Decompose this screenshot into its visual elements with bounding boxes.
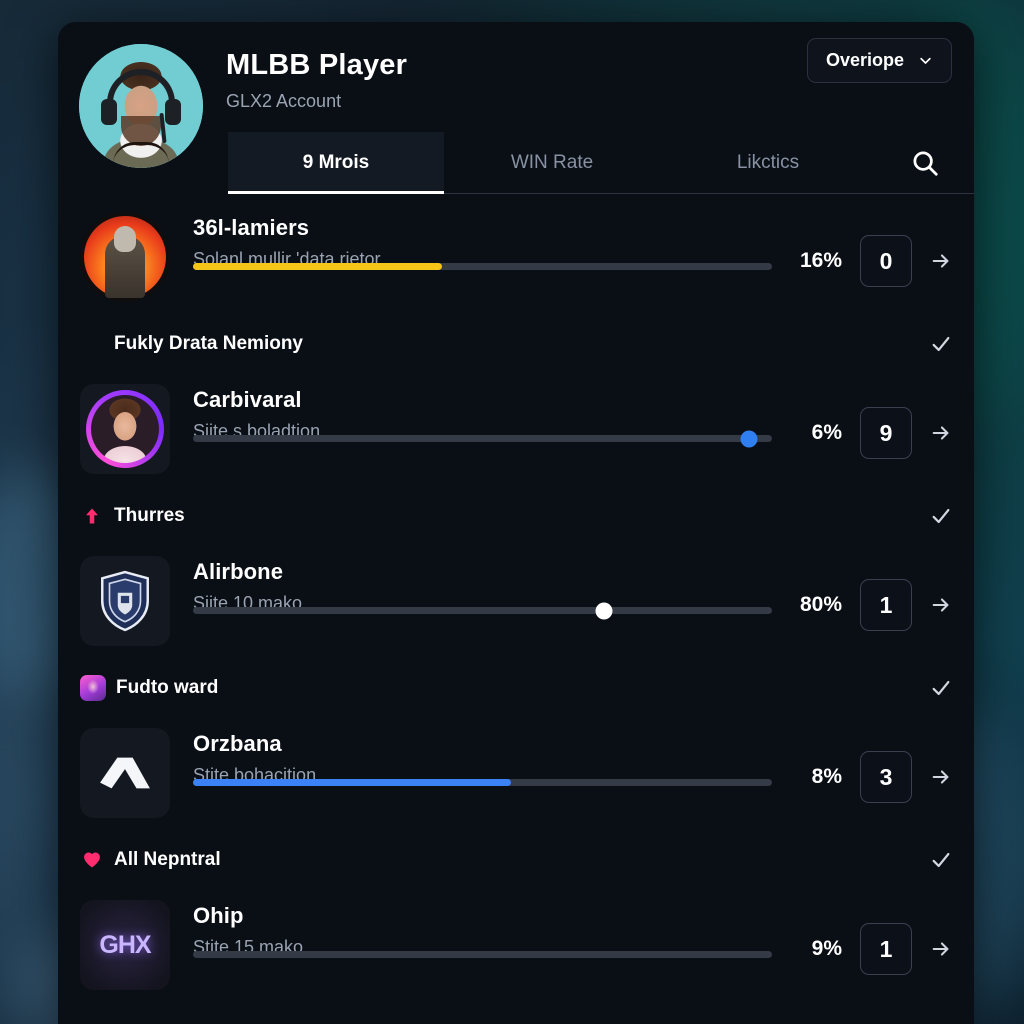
list-item-title: Carbivaral [193,387,302,412]
status-badge[interactable]: 1 [860,579,912,631]
list-item-main: Ohip Stite 15 mako [193,900,772,958]
list-item-meta: 8% 3 [790,751,952,811]
list-item-main: 36l-lamiers Solanl mullir 'data rietor [193,212,772,270]
arrow-up-icon [86,508,98,524]
list-item-main: Alirbone Siite 10 mako [193,556,772,619]
app-card: MLBB Player GLX2 Account Overiope 9 Mroi… [58,22,974,1024]
arrow-right-icon[interactable] [930,594,952,616]
page-subtitle: GLX2 Account [226,90,342,111]
list-item-meta: 80% 1 [790,579,952,639]
portrait-ring [86,390,164,468]
arrow-right-icon[interactable] [930,250,952,272]
list-item-meta: 16% 0 [790,235,952,295]
chevron-down-icon [920,57,931,64]
section-header-fukly-drata-nemiony[interactable]: Fukly Drata Nemiony [58,318,974,370]
section-label: Fudto ward [116,677,219,698]
check-icon[interactable] [930,505,952,527]
section-header-fudto-ward[interactable]: Fudto ward [58,662,974,714]
search-button[interactable] [876,132,974,193]
list-item[interactable]: Alirbone Siite 10 mako 80% 1 [58,542,974,662]
list-item-title: Ohip [193,903,244,928]
search-icon [913,151,938,176]
heart-icon [84,852,100,868]
section-icon-wrap [80,848,104,872]
section-label: Thurres [114,505,185,526]
scope-dropdown[interactable]: Overiope [806,38,952,83]
app-header: MLBB Player GLX2 Account Overiope 9 Mroi… [58,22,974,194]
arch-glyph-icon [80,728,170,818]
slider-knob[interactable] [595,602,613,619]
avatar[interactable] [79,44,203,168]
sunset-figure-avatar [80,212,170,302]
progress-fill [193,263,442,270]
section-header-thurres[interactable]: Thurres [58,490,974,542]
tab-label: WIN Rate [510,151,594,173]
shield-wrap [80,556,170,646]
tab-label: 9 Mrois [302,151,370,173]
page-title: MLBB Player [226,49,408,81]
tab-9-mrois[interactable]: 9 Mrois [228,132,444,194]
section-header-all-nepntral[interactable]: All Nepntral [58,834,974,886]
portrait-face [91,395,159,463]
tab-bar: 9 Mrois WIN Rate Likctics [228,132,974,194]
purple-ring-portrait [80,384,170,474]
slider-knob[interactable] [740,430,758,447]
section-label: All Nepntral [114,849,221,870]
check-icon[interactable] [930,333,952,355]
tab-win-rate[interactable]: WIN Rate [444,132,660,193]
slider-track[interactable] [193,602,772,619]
shield-crest-icon [80,556,170,646]
list-item[interactable]: 36l-lamiers Solanl mullir 'data rietor 1… [58,198,974,318]
section-icon-none [80,332,104,356]
content-list: 36l-lamiers Solanl mullir 'data rietor 1… [58,194,974,1024]
scope-dropdown-label: Overiope [825,50,904,70]
list-item-main: Carbivaral Siite s boladtion [193,384,772,447]
status-badge[interactable]: 3 [860,751,912,803]
percent-value: 80% [799,593,842,616]
list-item[interactable]: Carbivaral Siite s boladtion 6% 9 [58,370,974,490]
arrow-right-icon[interactable] [930,938,952,960]
tab-label: Likctics [736,151,800,173]
status-badge[interactable]: 9 [860,407,912,459]
shield-icon [101,570,149,632]
headset-earcup-icon [164,98,181,125]
percent-value: 16% [799,249,842,272]
list-item-meta: 9% 1 [790,923,952,983]
check-icon[interactable] [930,677,952,699]
arrow-right-icon[interactable] [930,766,952,788]
percent-value: 8% [811,765,842,788]
arch-wrap [80,728,170,818]
status-badge[interactable]: 0 [860,235,912,287]
progress-track[interactable] [193,263,772,270]
list-item[interactable]: GHX Ohip Stite 15 mako 9% 1 [58,886,974,1006]
section-label: Fukly Drata Nemiony [114,333,303,354]
list-item-title: Orzbana [193,731,282,756]
list-item-title: 36l-lamiers [193,215,310,240]
status-badge[interactable]: 1 [860,923,912,975]
percent-value: 9% [811,937,842,960]
progress-track[interactable] [193,951,772,958]
percent-value: 6% [811,421,842,444]
list-item-meta: 6% 9 [790,407,952,467]
check-icon[interactable] [930,849,952,871]
list-item-title: Alirbone [193,559,284,584]
ghx-logo: GHX [80,900,170,990]
arrow-right-icon[interactable] [930,422,952,444]
headset-earcup-icon [101,98,118,125]
progress-track[interactable] [193,779,772,786]
title-block: MLBB Player GLX2 Account [226,49,408,112]
list-item[interactable]: Orzbana Stite bohacition 8% 3 [58,714,974,834]
ghx-logo-text: GHX [80,900,170,990]
figure-head [114,226,136,252]
section-icon-wrap [80,504,104,528]
tab-likctics[interactable]: Likctics [660,132,876,193]
arch-icon [100,757,150,789]
slider-track[interactable] [193,430,772,447]
section-thumbnail-icon [80,675,106,701]
list-item-main: Orzbana Stite bohacition [193,728,772,786]
progress-fill [193,779,512,786]
